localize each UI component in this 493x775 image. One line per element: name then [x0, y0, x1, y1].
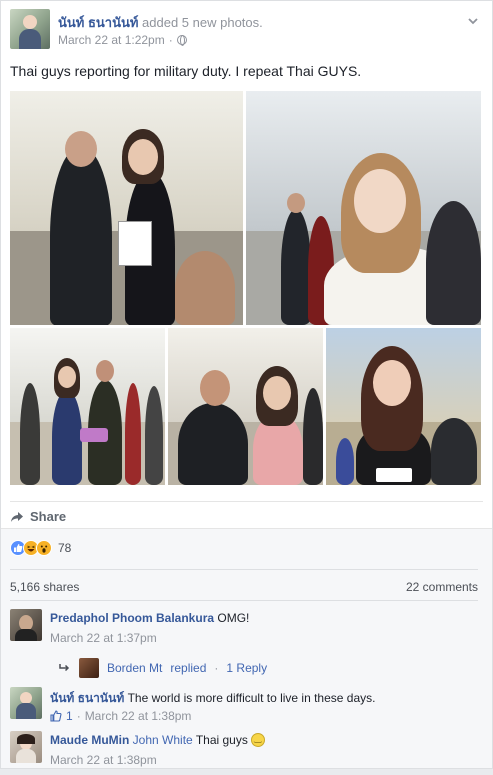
post-text: Thai guys reporting for military duty. I…	[10, 63, 362, 79]
comment-time[interactable]: March 22 at 1:37pm	[50, 631, 157, 645]
share-button[interactable]: Share	[10, 509, 66, 524]
comment-time[interactable]: March 22 at 1:38pm	[50, 753, 157, 767]
author-name[interactable]: นันท์ ธนานันท์	[58, 15, 138, 30]
photo-grid	[10, 91, 481, 485]
comment-text: OMG!	[217, 611, 250, 625]
comment-text: The world is more difficult to live in t…	[127, 691, 376, 705]
globe-icon[interactable]	[176, 35, 187, 46]
post-actions: Share	[10, 501, 483, 525]
commenter-avatar[interactable]	[10, 609, 42, 641]
comment-author[interactable]: Maude MuMin	[50, 733, 129, 747]
comment-mention[interactable]: John White	[133, 733, 193, 747]
share-icon	[11, 511, 23, 522]
comment-author[interactable]: นันท์ ธนานันท์	[50, 691, 124, 705]
commenter-avatar[interactable]	[10, 687, 42, 719]
photo-1[interactable]	[10, 91, 243, 325]
share-label: Share	[30, 509, 67, 524]
comment-author[interactable]: Predaphol Phoom Balankura	[50, 611, 214, 625]
reactions-summary[interactable]: 78	[10, 540, 71, 556]
comment-like-count[interactable]: 1	[66, 709, 73, 723]
chevron-down-icon[interactable]	[467, 15, 479, 27]
photo-2[interactable]	[246, 91, 481, 325]
engagement-counts: 5,166 shares 22 comments	[10, 569, 478, 601]
post-date[interactable]: March 22 at 1:22pm	[58, 33, 165, 47]
post-card: นันท์ ธนานันท์ added 5 new photos. March…	[0, 0, 493, 769]
comment-text: Thai guys	[195, 733, 248, 747]
photo-5[interactable]	[326, 328, 481, 485]
author-avatar[interactable]	[10, 9, 50, 49]
post-header: นันท์ ธนานันท์ added 5 new photos. March…	[10, 9, 483, 53]
reaction-count: 78	[58, 541, 72, 555]
meta-separator: ·	[168, 33, 173, 47]
reply-separator: ·	[214, 661, 219, 675]
reply-author[interactable]: Borden Mt	[107, 661, 162, 675]
reply-summary[interactable]: Borden Mt replied · 1 Reply	[59, 658, 267, 678]
commenter-avatar[interactable]	[10, 731, 42, 763]
photo-3[interactable]	[10, 328, 165, 485]
comment-time[interactable]: March 22 at 1:38pm	[85, 709, 192, 723]
reply-replied: replied	[170, 661, 207, 675]
shares-count[interactable]: 5,166 shares	[10, 580, 79, 594]
thumbs-up-icon[interactable]	[50, 710, 62, 722]
replier-avatar[interactable]	[79, 658, 99, 678]
post-action: added 5 new photos.	[142, 15, 263, 30]
wow-icon	[36, 540, 52, 556]
comments-count[interactable]: 22 comments	[406, 580, 478, 594]
comment-item: Predaphol Phoom Balankura OMG! March 22 …	[10, 609, 478, 681]
reply-arrow-icon	[59, 664, 70, 672]
comment-item: นันท์ ธนานันท์ The world is more difficu…	[10, 687, 478, 731]
comment-item: Maude MuMin John White Thai guys March 2…	[10, 731, 478, 775]
ufi-section: 78 5,166 shares 22 comments Predaphol Ph…	[1, 528, 492, 768]
post-meta: March 22 at 1:22pm ·	[58, 33, 187, 47]
smile-emoji-icon	[251, 733, 266, 747]
comment-meta-separator: ·	[76, 709, 81, 723]
photo-4[interactable]	[168, 328, 323, 485]
reply-count[interactable]: 1 Reply	[226, 661, 267, 675]
